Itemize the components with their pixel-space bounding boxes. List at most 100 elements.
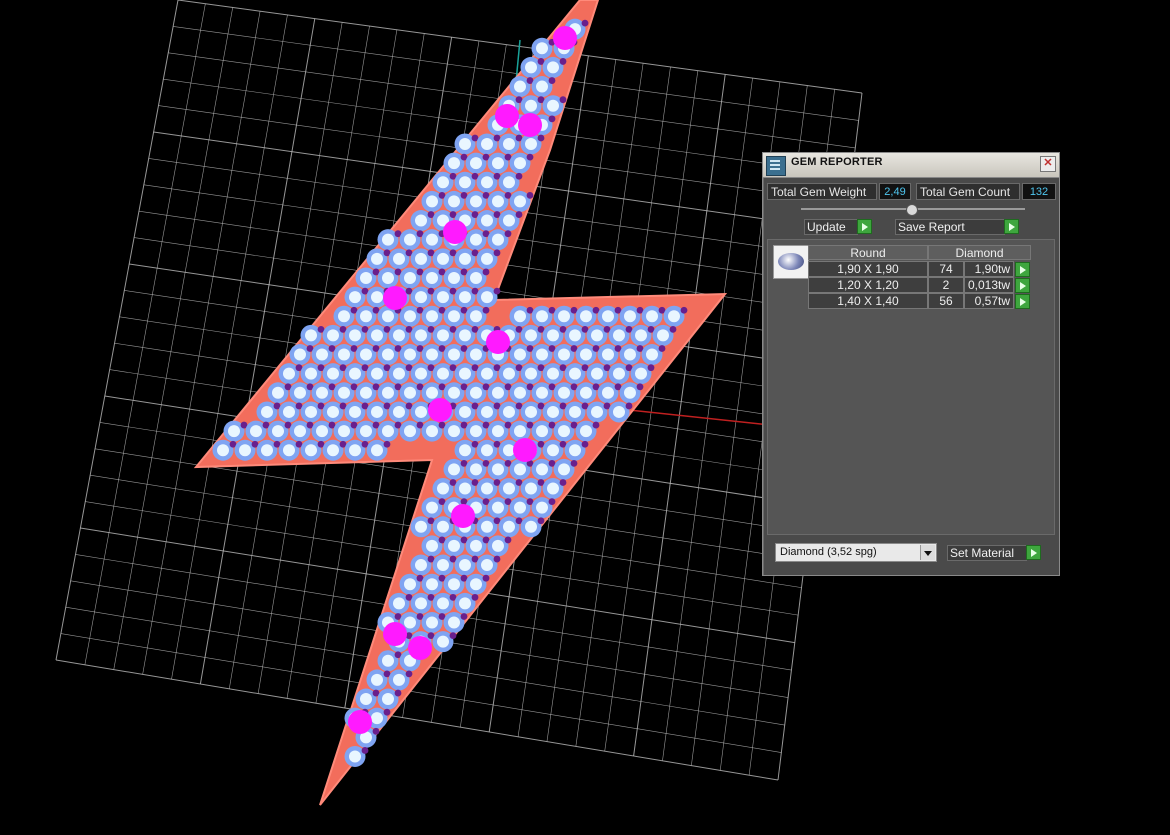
gem-table-facet (437, 291, 449, 304)
gem-reporter-panel: GEM REPORTER ✕ Total Gem Weight 2,49 Tot… (762, 152, 1060, 576)
gem-table-facet (393, 405, 405, 418)
save-report-arrow-icon[interactable] (1004, 219, 1019, 234)
gem-table-facet (426, 271, 438, 284)
marker-sphere (451, 504, 475, 528)
material-select[interactable]: Diamond (3,52 spg) (775, 543, 937, 562)
gem-table-facet (569, 405, 581, 418)
gem-table-facet (503, 214, 515, 227)
gem-table-facet (448, 463, 460, 476)
gem-table-facet (327, 367, 339, 380)
gem-table-facet (624, 310, 636, 323)
round-gem-thumbnail[interactable] (773, 245, 809, 279)
gem-table-facet (228, 425, 240, 438)
gem-prong (504, 536, 512, 544)
gem-table-facet (437, 329, 449, 342)
gem-table-facet (426, 348, 438, 361)
gem-table-facet (426, 425, 438, 438)
update-button[interactable]: Update (804, 219, 858, 235)
marker-sphere (486, 330, 510, 354)
gem-table-facet (360, 386, 372, 399)
gem-table-facet (305, 405, 317, 418)
gem-table-facet (415, 520, 427, 533)
gem-table-facet (459, 405, 471, 418)
set-material-arrow-icon[interactable] (1026, 545, 1041, 560)
gem-table-facet (503, 520, 515, 533)
gem-table-facet (547, 99, 559, 112)
gem-table-facet (393, 673, 405, 686)
gem-layout (212, 18, 688, 767)
total-count-value: 132 (1022, 183, 1056, 200)
chevron-down-icon[interactable] (920, 545, 935, 560)
gem-table-facet (327, 329, 339, 342)
gem-table-facet (503, 137, 515, 150)
gem-table-facet (360, 271, 372, 284)
gem-table-facet (547, 405, 559, 418)
gem-table-facet (360, 348, 372, 361)
gem-table-facet (371, 329, 383, 342)
gem-table-facet (404, 271, 416, 284)
row-arrow-icon[interactable] (1015, 278, 1030, 293)
gem-table-facet (503, 367, 515, 380)
gem-table-facet (569, 444, 581, 457)
row-weight: 0,57tw (964, 293, 1014, 309)
gem-table-facet (217, 444, 229, 457)
gem-table-facet (525, 520, 537, 533)
gem-table-facet (514, 501, 526, 514)
row-count: 56 (928, 293, 964, 309)
panel-titlebar[interactable]: GEM REPORTER ✕ (763, 153, 1059, 178)
gem-table-facet (470, 425, 482, 438)
gem-table-facet (382, 386, 394, 399)
gem-table-facet (514, 80, 526, 93)
material-select-value: Diamond (3,52 spg) (780, 546, 877, 558)
gem-table-facet (426, 501, 438, 514)
gem-table-facet (525, 329, 537, 342)
gem-table-facet (536, 310, 548, 323)
gem-table-facet (547, 367, 559, 380)
gem-table-facet (426, 386, 438, 399)
gem-table-facet (525, 99, 537, 112)
gem-table-facet (349, 367, 361, 380)
gem-table-facet (371, 291, 383, 304)
gem-table-facet (668, 310, 680, 323)
row-arrow-icon[interactable] (1015, 262, 1030, 277)
gem-prong (559, 479, 567, 486)
gem-table-facet (382, 233, 394, 246)
gem-table-facet (514, 386, 526, 399)
gem-table-facet (481, 520, 493, 533)
gem-table-facet (404, 386, 416, 399)
save-report-button[interactable]: Save Report (895, 219, 1005, 235)
gem-table-facet (382, 654, 394, 667)
gem-table-facet (371, 673, 383, 686)
gem-table-facet (448, 425, 460, 438)
gem-prong (482, 574, 490, 582)
gem-table-facet (470, 386, 482, 399)
gem-table-facet (470, 271, 482, 284)
gem-table-facet (426, 233, 438, 246)
gem-table-facet (470, 463, 482, 476)
row-weight: 0,013tw (964, 277, 1014, 293)
gem-prong (515, 172, 523, 180)
gem-prong (504, 230, 512, 238)
gem-table-facet (459, 444, 471, 457)
gem-table-facet (338, 310, 350, 323)
gem-table-facet (547, 482, 559, 495)
gem-table-facet (283, 444, 295, 457)
gem-table-facet (448, 195, 460, 208)
gem-table-facet (503, 482, 515, 495)
gem-table-facet (437, 597, 449, 610)
gem-table-facet (635, 367, 647, 380)
gem-table-facet (481, 252, 493, 265)
close-button[interactable]: ✕ (1040, 156, 1056, 172)
slider-knob[interactable] (906, 204, 918, 216)
update-arrow-icon[interactable] (857, 219, 872, 234)
gem-table-facet (415, 329, 427, 342)
gem-table-facet (492, 195, 504, 208)
gem-prong (647, 364, 655, 372)
marker-sphere (408, 636, 432, 660)
gem-table-facet (448, 578, 460, 591)
set-material-button[interactable]: Set Material (947, 545, 1027, 561)
row-arrow-icon[interactable] (1015, 294, 1030, 309)
gem-table-facet (415, 214, 427, 227)
gem-table-facet (503, 176, 515, 189)
gem-table-facet (525, 367, 537, 380)
